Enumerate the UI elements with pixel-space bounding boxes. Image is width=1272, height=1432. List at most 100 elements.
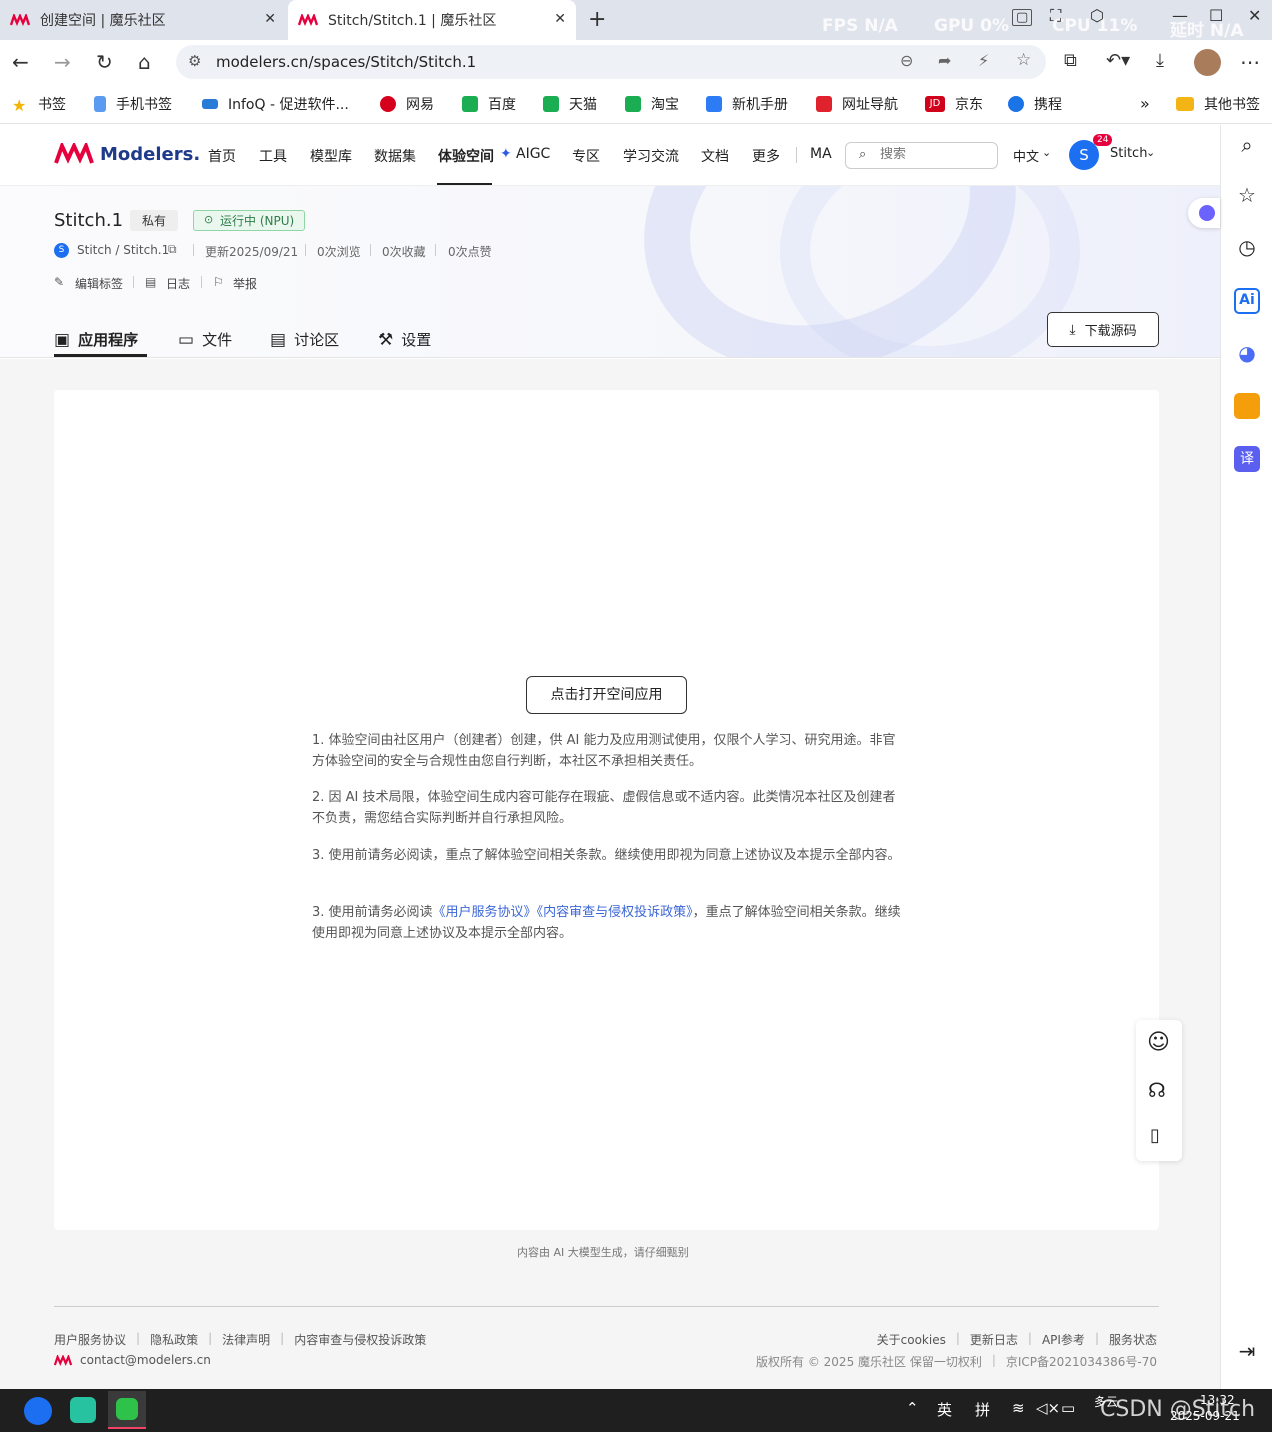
bookmark-item[interactable]: 网址导航 [816,94,898,114]
ai-icon[interactable]: Ai [1234,288,1260,314]
footer-link[interactable]: 隐私政策 [150,1331,198,1348]
report-link[interactable]: 举报 [233,275,257,292]
reload-icon[interactable]: ↻ [96,50,113,74]
nav-home[interactable]: 首页 [208,146,236,166]
volume-icon[interactable]: ◁× [1036,1399,1060,1417]
maximize-icon[interactable]: ☐ [1209,6,1223,25]
bookmark-item[interactable]: 天猫 [543,94,597,114]
close-tab-icon[interactable]: ✕ [264,11,276,27]
nav-datasets[interactable]: 数据集 [374,146,416,166]
profile-avatar[interactable] [1194,49,1221,76]
ime-pinyin[interactable]: 拼 [975,1399,990,1420]
toolbox-icon[interactable] [1234,393,1260,419]
bookmark-star-icon[interactable]: ☆ [1016,50,1031,70]
search-box[interactable]: ⌕ [845,142,998,169]
more-bookmarks-button[interactable]: » [1140,94,1150,113]
nav-models[interactable]: 模型库 [310,146,352,166]
zoom-icon[interactable]: ⊖ [900,51,913,70]
footer-link[interactable]: API参考 [1042,1331,1085,1348]
gamepad-icon[interactable]: ◕ [1234,341,1260,367]
undo-menu-icon[interactable]: ↶▾ [1106,50,1130,71]
footer-link[interactable]: 更新日志 [970,1331,1018,1348]
action-divider [133,276,134,288]
nav-spaces[interactable]: 体验空间 [438,146,494,166]
favorites-star-icon[interactable]: ☆ [1234,183,1260,209]
language-select[interactable]: 中文 [1013,146,1039,165]
browser-menu-icon[interactable]: ⋯ [1240,50,1260,74]
chat-icon: ▤ [270,329,287,350]
nav-learn[interactable]: 学习交流 [623,146,679,166]
bookmark-item[interactable]: InfoQ - 促进软件... [202,94,349,114]
bookmark-item[interactable]: ★ 书签 [12,94,66,115]
download-source-button[interactable]: ⤓ 下载源码 [1047,312,1159,347]
omnibox[interactable]: ⚙ modelers.cn/spaces/Stitch/Stitch.1 ⊖ ➦… [176,45,1046,79]
other-bookmarks-folder[interactable]: 其他书签 [1176,94,1260,114]
site-logo[interactable]: Modelers. [54,143,200,165]
back-icon[interactable]: ← [12,50,29,74]
nav-tools[interactable]: 工具 [259,146,287,166]
nav-aigc[interactable]: AIGC [516,146,550,162]
tab-settings[interactable]: ⚒ 设置 [378,329,431,350]
space-path[interactable]: Stitch / Stitch.1 [77,243,169,257]
browser-tab-2[interactable]: Stitch/Stitch.1 | 魔乐社区 ✕ [288,0,576,40]
minimize-icon[interactable]: — [1172,6,1188,25]
translate-icon[interactable]: 译 [1234,446,1260,472]
browser-tab-1[interactable]: 创建空间 | 魔乐社区 ✕ [0,0,286,40]
share-icon[interactable]: ➦ [938,51,951,70]
log-link[interactable]: 日志 [166,275,190,292]
tab-count-icon[interactable]: ▢ [1012,9,1033,26]
close-window-icon[interactable]: ✕ [1248,6,1261,25]
user-name[interactable]: Stitch [1110,146,1147,161]
bookmark-item[interactable]: JD 京东 [925,94,983,114]
footer-link[interactable]: 服务状态 [1109,1331,1157,1348]
lightning-icon[interactable]: ⚡ [978,51,989,70]
user-agreement-link[interactable]: 《用户服务协议》 [433,905,537,920]
collapse-sidebar-icon[interactable]: ⇥ [1234,1339,1260,1365]
edit-tags-link[interactable]: 编辑标签 [75,275,123,292]
bookmark-item[interactable]: 网易 [380,94,434,114]
footer-divider [54,1306,1159,1307]
home-icon[interactable]: ⌂ [138,50,151,74]
tray-chevron-icon[interactable]: ⌃ [906,1399,919,1417]
footer-link[interactable]: 用户服务协议 [54,1331,126,1348]
bookmark-item[interactable]: 携程 [1008,94,1062,114]
copy-icon[interactable]: ⧉ [168,242,177,257]
search-input[interactable] [880,147,990,162]
footer-link[interactable]: 内容审查与侵权投诉政策 [294,1331,426,1348]
bookmark-item[interactable]: 百度 [462,94,516,114]
nav-more[interactable]: 更多 [752,146,780,166]
forward-icon[interactable]: → [54,50,71,74]
footer-link[interactable]: 关于cookies [877,1331,946,1348]
bookmark-item[interactable]: 新机手册 [706,94,788,114]
url-text[interactable]: modelers.cn/spaces/Stitch/Stitch.1 [216,53,476,71]
site-info-icon[interactable]: ⚙ [188,52,201,70]
open-app-button[interactable]: 点击打开空间应用 [526,676,687,714]
close-tab-icon[interactable]: ✕ [554,11,566,27]
mobile-icon[interactable]: ▯ [1150,1125,1160,1146]
nav-ma[interactable]: MA [810,146,832,162]
wifi-icon[interactable]: ≋ [1012,1399,1025,1417]
nav-zones[interactable]: 专区 [572,146,600,166]
feedback-smile-icon[interactable]: ☺ [1147,1030,1170,1055]
extensions-icon[interactable]: ⧉ [1064,50,1077,71]
browser-taskbar-icon[interactable] [24,1397,52,1425]
footer-link[interactable]: 法律声明 [222,1331,270,1348]
new-tab-button[interactable]: + [588,7,606,32]
bookmark-item[interactable]: 淘宝 [625,94,679,114]
puzzle-icon[interactable]: ⬡ [1090,6,1104,25]
content-policy-link[interactable]: 《内容审查与侵权投诉政策》 [537,905,693,920]
tab-discussion[interactable]: ▤ 讨论区 [270,329,339,350]
history-clock-icon[interactable]: ◷ [1234,235,1260,261]
ime-english[interactable]: 英 [937,1399,952,1420]
extension-icon[interactable]: ⛶ [1050,6,1061,26]
search-icon[interactable]: ⌕ [1234,133,1260,159]
app-taskbar-icon[interactable] [70,1397,96,1423]
download-icon[interactable]: ⤓ [1156,50,1164,71]
edit-icon: ✎ [54,275,65,289]
headset-icon[interactable]: ☊ [1148,1078,1166,1102]
tab-files[interactable]: ▭ 文件 [178,329,232,350]
battery-icon[interactable]: ▭ [1061,1399,1075,1417]
nav-docs[interactable]: 文档 [701,146,729,166]
tab-application[interactable]: ▣ 应用程序 [54,329,138,350]
bookmark-item[interactable]: 手机书签 [94,94,172,114]
